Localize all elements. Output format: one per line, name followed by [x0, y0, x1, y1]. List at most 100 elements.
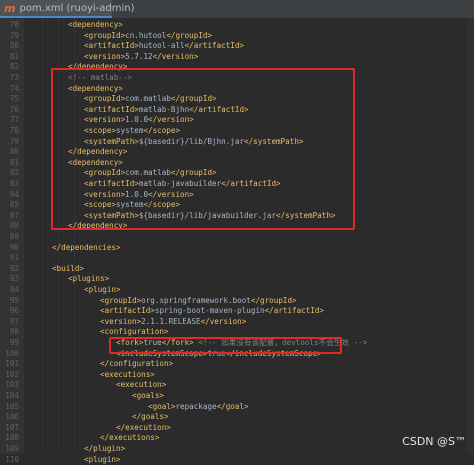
- code-text: </goals>: [132, 412, 169, 423]
- watermark: CSDN @S™: [402, 435, 466, 448]
- line-number: 107: [5, 422, 19, 432]
- code-line[interactable]: 78 <dependency>: [0, 20, 474, 31]
- line-number: 92: [9, 263, 19, 273]
- code-text: <plugin>: [84, 455, 121, 465]
- code-line[interactable]: 103 <execution>: [0, 380, 474, 391]
- code-text: <groupId>org.springframework.boot</group…: [100, 296, 297, 307]
- code-line[interactable]: 90 </dependencies>: [0, 243, 474, 254]
- line-number: 81: [9, 157, 19, 167]
- vertical-scrollbar[interactable]: [466, 18, 474, 454]
- line-number: 93: [9, 274, 19, 284]
- code-text: <groupId>cn.hutool</groupId>: [84, 31, 212, 42]
- line-number: 73: [9, 73, 19, 82]
- line-number: 108: [5, 433, 19, 443]
- line-number: 88: [9, 221, 19, 231]
- line-number: 102: [5, 369, 19, 379]
- xml-tag: <version>: [84, 51, 126, 61]
- xml-tag: <dependency>: [68, 20, 123, 29]
- xml-tag: </groupId>: [250, 295, 297, 305]
- code-text: </plugin>: [84, 444, 125, 455]
- line-number: 87: [9, 210, 19, 220]
- line-number: 109: [5, 444, 19, 453]
- code-line[interactable]: 96 <artifactId>spring-boot-maven-plugin</…: [0, 306, 474, 317]
- line-number: 81: [9, 51, 19, 61]
- line-number: 78: [9, 20, 19, 29]
- maven-file-icon: m: [4, 1, 16, 15]
- xml-tag: <plugin>: [84, 454, 121, 464]
- code-line[interactable]: 101 </configuration>: [0, 359, 474, 370]
- code-text: </execution>: [116, 423, 171, 434]
- line-number: 97: [9, 316, 19, 326]
- code-line[interactable]: 89: [0, 232, 474, 243]
- xml-tag: </artifactId>: [264, 306, 325, 316]
- xml-tag: <build>: [52, 263, 85, 273]
- code-line[interactable]: 102 <executions>: [0, 370, 474, 381]
- code-line[interactable]: 91: [0, 253, 474, 264]
- code-line[interactable]: 94 <plugin>: [0, 285, 474, 296]
- line-number: 105: [5, 401, 19, 411]
- code-line[interactable]: 110 <plugin>: [0, 455, 474, 465]
- line-number: 74: [9, 83, 19, 93]
- xml-tag: <configuration>: [100, 327, 169, 337]
- xml-tag: </version>: [200, 316, 247, 326]
- xml-tag: <plugins>: [68, 274, 110, 284]
- line-number: 82: [9, 62, 19, 72]
- code-line[interactable]: 105 <goal>repackage</goal>: [0, 402, 474, 413]
- code-text: <artifactId>hutool-all</artifactId>: [84, 41, 244, 52]
- xml-value: cn.hutool: [125, 30, 167, 40]
- code-line[interactable]: 80 <artifactId>hutool-all</artifactId>: [0, 41, 474, 52]
- line-number: 90: [9, 242, 19, 252]
- line-number: 80: [9, 147, 19, 157]
- code-text: <executions>: [100, 370, 155, 381]
- line-number: 84: [9, 189, 19, 199]
- code-line[interactable]: 93 <plugins>: [0, 274, 474, 285]
- xml-value: org.springframework.boot: [141, 295, 251, 305]
- code-line[interactable]: 107 </execution>: [0, 423, 474, 434]
- editor-tab-bar: m pom.xml (ruoyi-admin): [0, 0, 474, 19]
- code-line[interactable]: 95 <groupId>org.springframework.boot</gro…: [0, 296, 474, 307]
- line-number: 104: [5, 391, 19, 400]
- xml-tag: <artifactId>: [100, 306, 155, 316]
- code-text: <plugin>: [84, 285, 121, 296]
- line-number: 89: [9, 232, 19, 241]
- code-text: <dependency>: [68, 20, 123, 31]
- code-text: <build>: [52, 264, 84, 275]
- tab-pom-xml[interactable]: m pom.xml (ruoyi-admin): [0, 0, 134, 18]
- xml-tag: <groupId>: [84, 30, 126, 40]
- line-number: 75: [9, 94, 19, 104]
- xml-tag: <executions>: [100, 369, 155, 379]
- line-number: 98: [9, 327, 19, 337]
- line-number: 96: [9, 306, 19, 316]
- code-line[interactable]: 97 <version>2.1.1.RELEASE</version>: [0, 317, 474, 328]
- line-number: 82: [9, 168, 19, 178]
- code-line[interactable]: 79 <groupId>cn.hutool</groupId>: [0, 31, 474, 42]
- xml-tag: </configuration>: [100, 359, 174, 369]
- line-number: 79: [9, 136, 19, 146]
- line-number: 76: [9, 104, 19, 114]
- code-text: <version>2.1.1.RELEASE</version>: [100, 317, 246, 328]
- xml-value: spring-boot-maven-plugin: [154, 306, 265, 316]
- code-text: <artifactId>spring-boot-maven-plugin</ar…: [100, 306, 324, 317]
- line-number: 95: [9, 295, 19, 305]
- line-number: 99: [9, 338, 19, 347]
- code-text: <execution>: [116, 380, 166, 391]
- xml-tag: </artifactId>: [184, 41, 245, 51]
- highlight-box-include-system-scope: [109, 337, 342, 354]
- xml-tag: <version>: [100, 316, 142, 326]
- line-number: 103: [5, 380, 19, 390]
- code-line[interactable]: 92 <build>: [0, 264, 474, 275]
- code-line[interactable]: 104 <goals>: [0, 391, 474, 402]
- code-text: <plugins>: [68, 274, 109, 285]
- xml-tag: <artifactId>: [84, 41, 139, 51]
- xml-value: 5.7.12: [125, 51, 153, 61]
- xml-value: hutool-all: [138, 41, 185, 51]
- xml-tag: </execution>: [116, 422, 171, 432]
- code-line[interactable]: 81 <version>5.7.12</version>: [0, 52, 474, 63]
- code-line[interactable]: 106 </goals>: [0, 412, 474, 423]
- line-number: 100: [5, 348, 19, 358]
- xml-tag: </goal>: [216, 401, 249, 411]
- line-number: 85: [9, 200, 19, 210]
- code-text: </executions>: [100, 433, 159, 444]
- line-number: 101: [5, 359, 19, 369]
- xml-tag: </plugin>: [84, 444, 126, 453]
